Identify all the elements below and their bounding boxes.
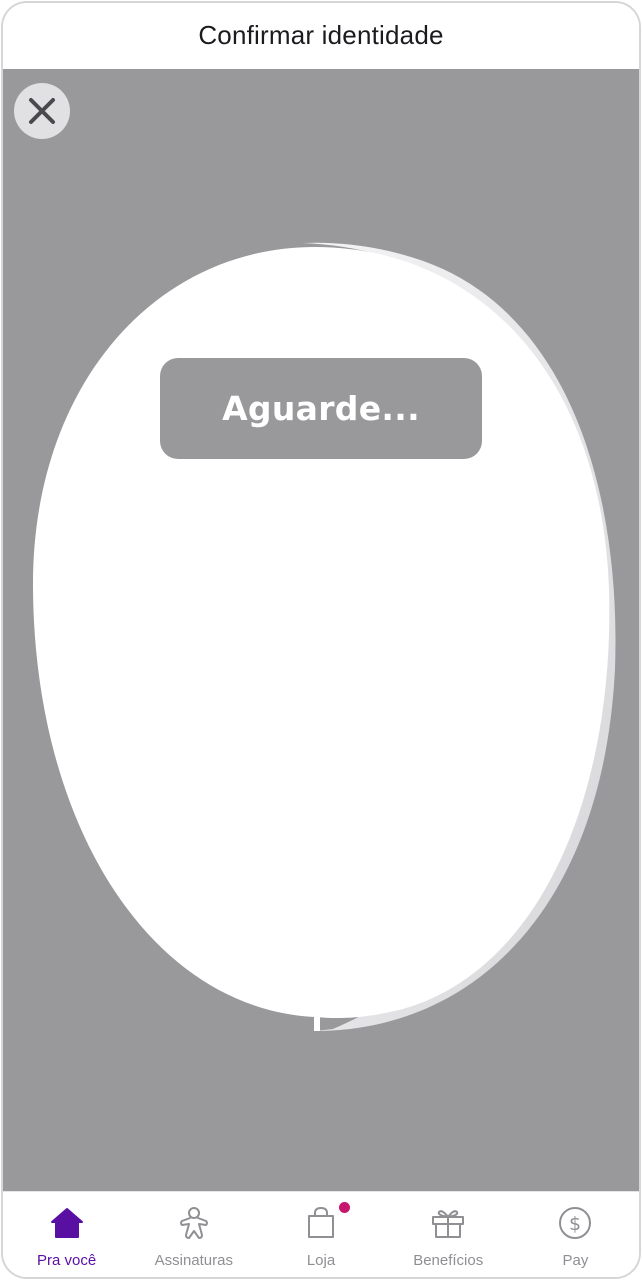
shopping-bag-icon bbox=[302, 1202, 350, 1242]
home-icon bbox=[48, 1204, 86, 1242]
nav-label: Pra você bbox=[37, 1252, 97, 1269]
nav-item-beneficios[interactable]: Benefícios bbox=[385, 1192, 512, 1277]
nav-label: Assinaturas bbox=[154, 1252, 233, 1269]
gift-icon bbox=[429, 1204, 467, 1242]
dollar-circle-icon: $ bbox=[556, 1204, 594, 1242]
notification-badge bbox=[339, 1202, 350, 1213]
nav-label: Loja bbox=[306, 1252, 336, 1269]
face-outline-oval bbox=[32, 242, 616, 1032]
nav-item-pay[interactable]: $ Pay bbox=[512, 1192, 639, 1277]
page-title: Confirmar identidade bbox=[198, 19, 444, 50]
app-frame: Confirmar identidade Aguarde... Pra você… bbox=[1, 1, 641, 1279]
nav-item-pra-voce[interactable]: Pra você bbox=[3, 1192, 130, 1277]
close-button[interactable] bbox=[14, 83, 70, 139]
svg-text:$: $ bbox=[569, 1213, 581, 1235]
bottom-navigation: Pra você Assinaturas Loja Benefícios $ P… bbox=[3, 1191, 639, 1277]
top-bar: Confirmar identidade bbox=[3, 3, 639, 69]
gingerbread-person-icon bbox=[175, 1204, 213, 1242]
nav-label: Benefícios bbox=[413, 1252, 484, 1269]
nav-item-loja[interactable]: Loja bbox=[257, 1192, 384, 1277]
close-icon bbox=[29, 98, 55, 124]
face-capture-area: Aguarde... bbox=[3, 69, 639, 1191]
nav-label: Pay bbox=[562, 1252, 589, 1269]
status-toast: Aguarde... bbox=[160, 358, 482, 459]
status-text: Aguarde... bbox=[222, 389, 420, 428]
nav-item-assinaturas[interactable]: Assinaturas bbox=[130, 1192, 257, 1277]
